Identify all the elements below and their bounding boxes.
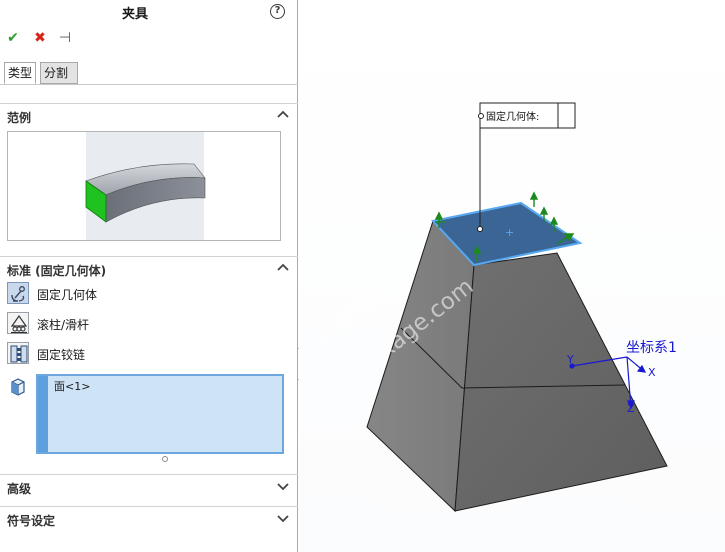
model-front-face[interactable]: [454, 252, 668, 512]
face-selection-icon: [9, 377, 27, 397]
pushpin-icon[interactable]: ⊣: [56, 28, 74, 48]
chevron-up-icon[interactable]: [276, 260, 290, 276]
tab-split[interactable]: 分割: [40, 62, 78, 84]
cancel-x-icon[interactable]: ✖: [31, 28, 49, 48]
tab-type[interactable]: 类型: [4, 62, 36, 84]
option-roller-slider-label: 滚柱/滑杆: [37, 318, 90, 332]
ok-check-icon[interactable]: ✔: [4, 28, 22, 48]
graphics-viewport[interactable]: + 固定几何体: Y X Z 坐标系1: [299, 0, 725, 552]
model-scene[interactable]: + 固定几何体: Y X Z 坐标系1: [299, 0, 725, 552]
chevron-down-icon[interactable]: [276, 510, 290, 526]
anchor-icon: [7, 282, 29, 304]
section-example-header[interactable]: 范例: [0, 103, 298, 129]
section-criteria-header[interactable]: 标准 (固定几何体): [0, 256, 298, 282]
tab-divider: [0, 84, 298, 85]
panel-title-row: 夹具 ?: [0, 0, 298, 24]
section-advanced-header[interactable]: 高级: [0, 474, 298, 500]
coordinate-system-label[interactable]: 坐标系1: [626, 340, 677, 356]
example-curved-beam-image: [85, 163, 206, 223]
axis-x-label: X: [648, 366, 656, 379]
selection-list-stripe: [38, 376, 48, 452]
property-manager-panel: 夹具 ? ✔ ✖ ⊣ 类型 分割 范例 标准 (固定几何体) 固定几何体 滚柱/…: [0, 0, 298, 552]
panel-title: 夹具: [121, 7, 148, 22]
callout-bullet-icon: [478, 113, 484, 119]
example-preview: [7, 131, 281, 241]
section-symbol-settings-label: 符号设定: [7, 514, 56, 528]
axis-y-label: Y: [566, 353, 574, 366]
option-roller-slider[interactable]: 滚柱/滑杆: [7, 312, 277, 336]
hinge-icon: [7, 342, 29, 364]
option-fixed-hinge-label: 固定铰链: [37, 348, 86, 362]
section-example-label: 范例: [7, 111, 32, 125]
help-icon[interactable]: ?: [270, 4, 285, 19]
chevron-down-icon[interactable]: [276, 478, 290, 494]
list-resize-handle[interactable]: [162, 456, 168, 462]
selection-item-face-1[interactable]: 面<1>: [54, 378, 90, 394]
callout-label: 固定几何体:: [486, 110, 539, 123]
chevron-up-icon[interactable]: [276, 107, 290, 123]
face-center-marker: +: [505, 226, 514, 239]
option-fixed-geometry[interactable]: 固定几何体: [7, 282, 277, 306]
roller-icon: [7, 312, 29, 334]
option-fixed-geometry-label: 固定几何体: [37, 288, 98, 302]
option-fixed-hinge[interactable]: 固定铰链: [7, 342, 277, 366]
axis-z-label: Z: [627, 402, 635, 415]
section-criteria-label: 标准 (固定几何体): [7, 264, 107, 278]
section-advanced-label: 高级: [7, 482, 32, 496]
section-symbol-settings-header[interactable]: 符号设定: [0, 506, 298, 532]
callout-anchor-dot: [477, 226, 483, 232]
selection-list-box[interactable]: 面<1>: [36, 374, 284, 454]
